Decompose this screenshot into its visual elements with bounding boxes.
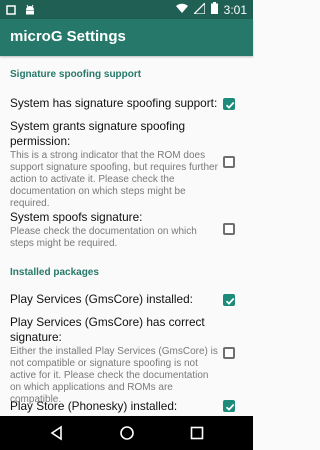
status-time: 3:01 (223, 2, 247, 17)
status-bar: 3:01 (0, 0, 253, 19)
check-icon (225, 101, 235, 109)
checkbox-phonesky-installed[interactable] (223, 400, 235, 412)
recents-icon[interactable] (189, 425, 205, 441)
page-title: microG Settings (10, 28, 126, 45)
navigation-bar (0, 416, 253, 450)
setting-title: Play Store (Phonesky) installed: (10, 399, 178, 413)
home-icon[interactable] (119, 425, 135, 441)
setting-title: Play Services (GmsCore) installed: (10, 292, 193, 306)
checkbox-sig-permission[interactable] (223, 156, 235, 168)
setting-title: System has signature spoofing support: (10, 96, 218, 110)
app-bar: microG Settings (0, 19, 253, 56)
settings-list: Signature spoofing support System has si… (0, 56, 253, 416)
setting-item-sig-spoofs[interactable]: System spoofs signature: Please check th… (10, 210, 220, 250)
back-icon[interactable] (49, 425, 65, 441)
setting-title: System grants signature spoofing permiss… (10, 119, 186, 148)
notification-square-icon (6, 2, 16, 20)
check-icon (225, 403, 235, 411)
checkbox-sig-support[interactable] (223, 98, 235, 110)
setting-summary: This is a strong indicator that the ROM … (10, 150, 218, 209)
setting-item-gms-signature[interactable]: Play Services (GmsCore) has correct sign… (10, 315, 220, 406)
setting-item-phonesky-installed[interactable]: Play Store (Phonesky) installed: (10, 399, 220, 414)
checkbox-gms-installed[interactable] (223, 294, 235, 306)
checkbox-gms-signature[interactable] (223, 347, 235, 359)
checkbox-sig-spoofs[interactable] (223, 223, 235, 235)
wifi-icon (175, 3, 188, 17)
setting-item-gms-installed[interactable]: Play Services (GmsCore) installed: (10, 292, 220, 307)
setting-item-sig-support[interactable]: System has signature spoofing support: (10, 96, 220, 111)
setting-item-sig-permission[interactable]: System grants signature spoofing permiss… (10, 119, 220, 210)
android-icon (24, 2, 36, 20)
setting-summary: Either the installed Play Services (GmsC… (10, 346, 218, 405)
setting-summary: Please check the documentation on which … (10, 226, 197, 249)
setting-title: Play Services (GmsCore) has correct sign… (10, 315, 205, 344)
section-header-packages: Installed packages (10, 267, 99, 278)
check-icon (225, 297, 235, 305)
setting-title: System spoofs signature: (10, 210, 143, 224)
no-signal-icon (192, 0, 206, 17)
section-header-signature: Signature spoofing support (10, 69, 142, 80)
battery-icon (210, 2, 218, 17)
